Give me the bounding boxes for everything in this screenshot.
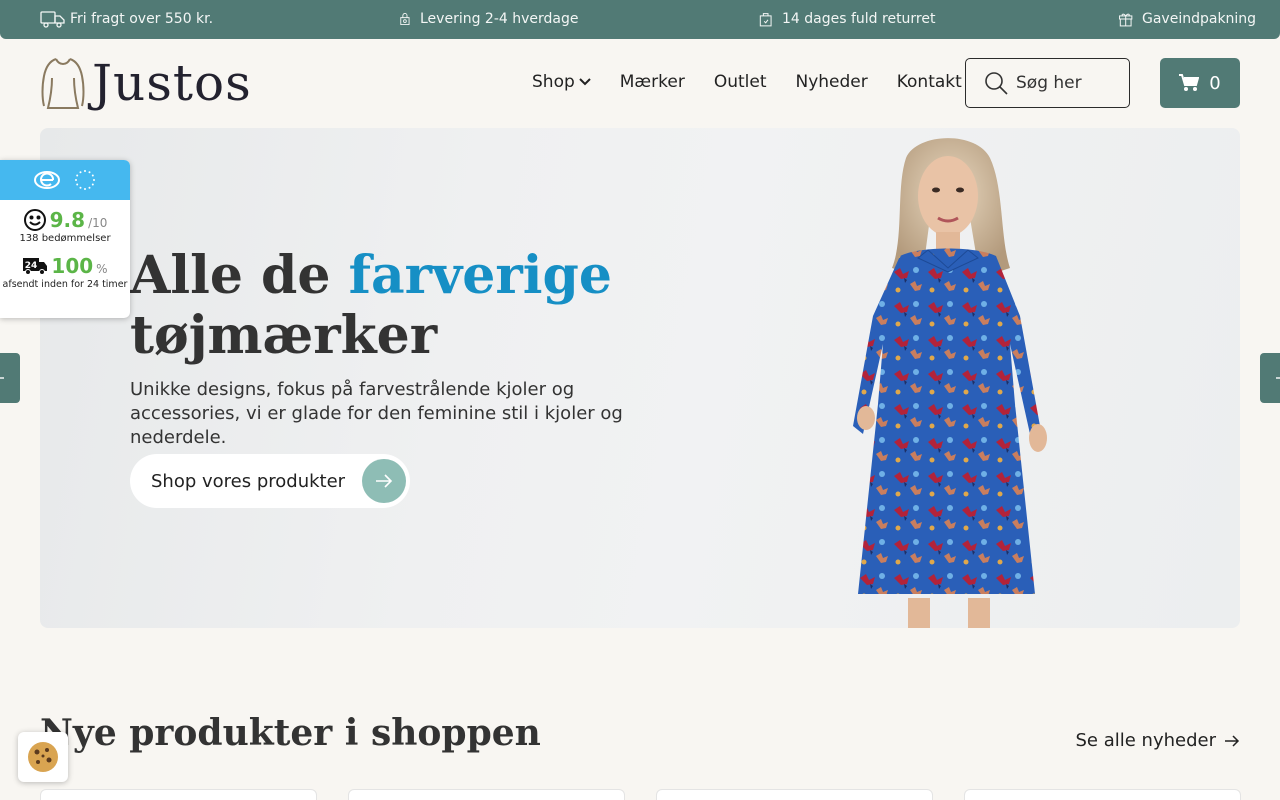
rating-score: 9.8 [49,208,86,232]
nav-label: Mærker [619,72,685,92]
hero-title-start: Alle de [130,245,349,306]
nav-label: Outlet [713,72,767,92]
arrow-right-icon [362,459,406,503]
nav-label: Shop [532,72,575,92]
promo-free-shipping: Fri fragt over 550 kr. [40,9,213,29]
shipping-row: 24 100 % [0,254,130,278]
hero-title-end: tøjmærker [130,305,438,366]
promo-gift: Gaveindpakning [1118,9,1256,29]
promo-label: Fri fragt over 550 kr. [70,11,214,27]
nav-item-outlet[interactable]: Outlet [714,72,767,92]
shipping-caption: afsendt inden for 24 timer [2,279,128,290]
main-nav: Shop Mærker Outlet Nyheder Kontakt [532,72,962,92]
shipping-unit: % [96,261,108,276]
arrow-right-icon [1225,734,1240,747]
product-card[interactable] [964,789,1241,800]
see-all-link[interactable]: Se alle nyheder [1076,730,1241,751]
cta-label: Shop vores produkter [151,470,346,492]
search-box[interactable] [965,58,1130,108]
gift-icon [1119,13,1133,27]
product-card[interactable] [40,789,317,800]
return-bag-icon [759,13,772,27]
product-card[interactable] [656,789,933,800]
site-logo[interactable]: Justos [40,56,252,110]
nav-label: Kontakt [896,72,962,92]
package-icon [400,13,410,25]
carousel-next-button[interactable] [1260,353,1280,403]
product-card[interactable] [348,789,625,800]
nav-item-shop[interactable]: Shop [532,72,591,92]
search-icon [985,72,1008,95]
hero-subtitle: Unikke designs, fokus på farvestrålende … [130,379,623,448]
cart-icon [1179,74,1200,91]
section-title: Nye produkter i shoppen [40,712,541,754]
promo-delivery: Levering 2-4 hverdage [398,9,578,29]
truck-icon [40,11,65,28]
arrow-left-icon [0,377,4,379]
hero-model-image [853,138,1047,628]
rating-row: 9.8 /10 [0,208,130,232]
logo-text: Justos [92,54,252,112]
nav-item-nyheder[interactable]: Nyheder [795,72,867,92]
carousel-prev-button[interactable] [0,353,20,403]
hero-title-accent: farverige [348,245,612,306]
promo-bar: Fri fragt over 550 kr. Levering 2-4 hver… [0,0,1280,39]
rating-denominator: /10 [88,215,108,230]
promo-returns: 14 dages fuld returret [758,9,936,29]
promo-label: 14 dages fuld returret [782,11,936,27]
shipping-score: 100 [51,254,94,278]
see-all-label: Se alle nyheder [1075,730,1217,751]
cart-button[interactable]: 0 [1160,58,1240,108]
badge-24: 24 [25,261,38,271]
hero-banner: Alle de farverige tøjmærker Unikke design… [40,128,1240,628]
nav-item-kontakt[interactable]: Kontakt [897,72,962,92]
trust-widget[interactable]: 9.8 /10 138 bedømmelser 24 100 % afsendt… [0,160,130,318]
reviews-count: 138 bedømmelser [19,233,111,244]
cart-count: 0 [1209,72,1221,94]
nav-label: Nyheder [795,72,868,92]
arrow-right-icon [1276,377,1280,379]
nav-item-maerker[interactable]: Mærker [620,72,685,92]
dress-logo-icon [41,58,85,109]
promo-label: Levering 2-4 hverdage [420,11,579,27]
cookie-settings-button[interactable] [18,732,68,782]
smiley-icon [23,209,46,231]
hero-title: Alle de farverige tøjmærker [130,246,650,366]
e-mark-icon [34,171,60,189]
cookie-icon [28,742,58,772]
chevron-down-icon [579,78,591,86]
shop-products-button[interactable]: Shop vores produkter [130,454,410,508]
trust-header [0,160,130,200]
eu-stars-icon [75,170,95,190]
delivery-truck-icon: 24 [23,258,48,275]
search-input[interactable] [1016,73,1116,93]
promo-label: Gaveindpakning [1142,11,1257,27]
